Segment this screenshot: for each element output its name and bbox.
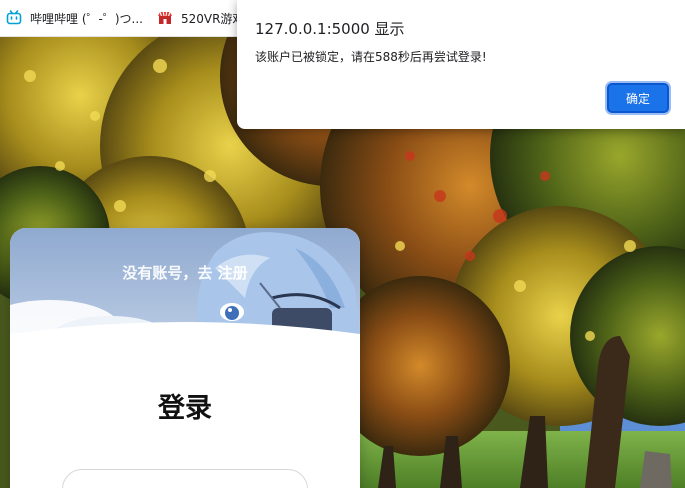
dialog-message: 该账户已被锁定，请在588秒后再尝试登录! bbox=[255, 50, 487, 64]
vr-store-icon bbox=[157, 10, 173, 26]
dialog-title: 127.0.0.1:5000 显示 bbox=[255, 20, 405, 38]
ok-button[interactable]: 确定 bbox=[607, 83, 669, 113]
login-title: 登录 bbox=[158, 393, 212, 424]
register-prompt: 没有账号，去 注册 bbox=[10, 262, 360, 283]
register-prompt-text: 没有账号，去 bbox=[122, 264, 213, 282]
bookmark-label: 哔哩哔哩 (゜-゜)つ... bbox=[30, 11, 143, 26]
alert-dialog: 127.0.0.1:5000 显示 该账户已被锁定，请在588秒后再尝试登录! … bbox=[237, 0, 685, 129]
login-card: 没有账号，去 注册 登录 bbox=[10, 228, 360, 488]
username-input[interactable] bbox=[62, 469, 308, 488]
register-link[interactable]: 注册 bbox=[218, 264, 248, 282]
banner-curve bbox=[10, 322, 360, 346]
bookmark-label: 520VR游戏 bbox=[180, 11, 245, 26]
bilibili-icon bbox=[6, 10, 22, 26]
bookmark-bilibili[interactable]: 哔哩哔哩 (゜-゜)つ... bbox=[0, 6, 149, 30]
bookmark-520vr[interactable]: 520VR游戏 bbox=[151, 6, 250, 30]
